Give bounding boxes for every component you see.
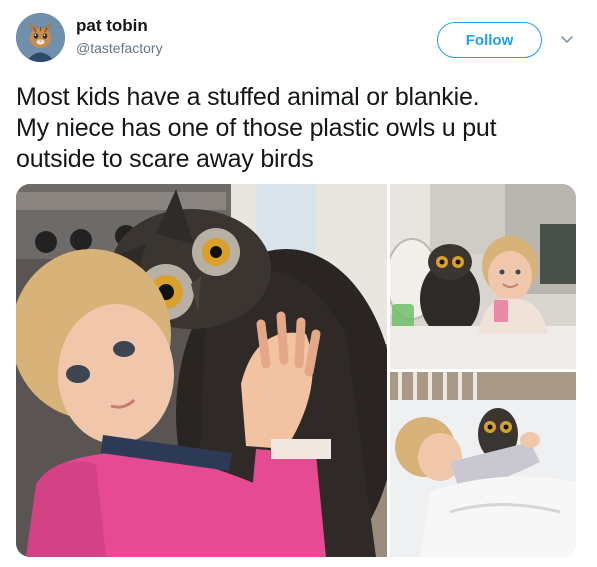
avatar[interactable] bbox=[16, 13, 65, 62]
tweet-photo-top[interactable] bbox=[390, 184, 576, 369]
tweet-text-line: outside to scare away birds bbox=[16, 145, 314, 173]
follow-button[interactable]: Follow bbox=[437, 22, 542, 58]
photo-toddler-table bbox=[390, 184, 576, 369]
tweet-text-line: Most kids have a stuffed animal or blank… bbox=[16, 83, 480, 111]
tweet-photo-main[interactable] bbox=[16, 184, 387, 557]
chevron-down-icon[interactable] bbox=[560, 32, 574, 46]
tweet-text-line: My niece has one of those plastic owls u… bbox=[16, 114, 497, 142]
user-handle[interactable]: @tastefactory bbox=[76, 40, 163, 56]
photo-toddler-crib bbox=[390, 372, 576, 557]
tweet-text: Most kids have a stuffed animal or blank… bbox=[16, 82, 586, 175]
cat-avatar-icon bbox=[16, 13, 65, 62]
tweet-card: pat tobin @tastefactory Follow Most kids… bbox=[0, 0, 597, 567]
tweet-photo-bottom[interactable] bbox=[390, 372, 576, 557]
photo-toddler-owl bbox=[16, 184, 387, 557]
user-name[interactable]: pat tobin bbox=[76, 16, 148, 36]
